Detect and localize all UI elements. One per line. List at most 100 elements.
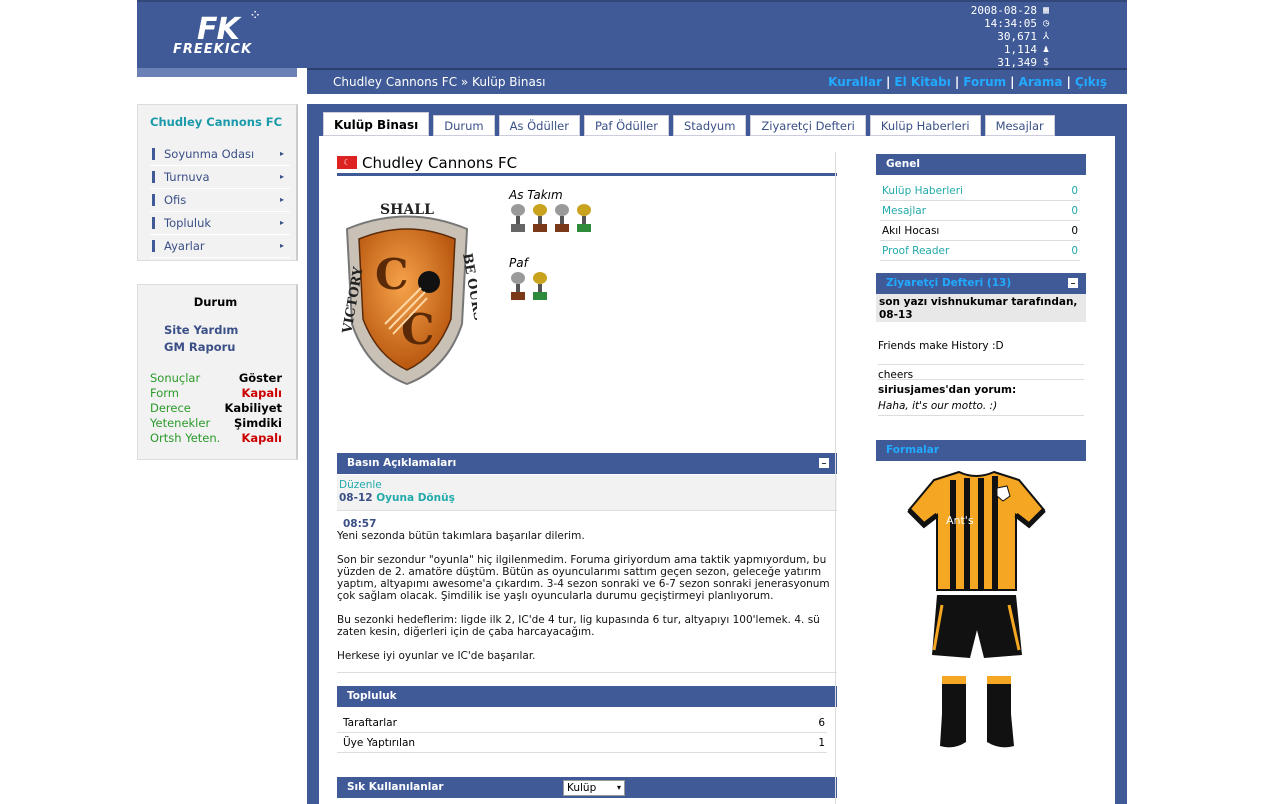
press-time: 08:57 xyxy=(343,518,377,530)
press-list: Düzenle 08-12 Oyuna Dönüş xyxy=(337,475,837,511)
turkey-flag-icon: ☾ xyxy=(337,156,357,169)
breadcrumb-bar: Chudley Cannons FC » Kulüp Binası Kurall… xyxy=(307,68,1127,94)
stat-online: 1,114 ♟ xyxy=(1003,43,1050,56)
status-row-form[interactable]: Form Kapalı xyxy=(150,386,282,400)
tab-mesajlar[interactable]: Mesajlar xyxy=(984,115,1055,136)
trophy-icon[interactable] xyxy=(531,204,549,236)
column-divider xyxy=(835,152,836,804)
trophies: As Takım Paf xyxy=(509,188,593,324)
minimize-icon[interactable] xyxy=(819,458,829,468)
tab-paf-oduller[interactable]: Paf Ödüller xyxy=(583,115,669,136)
tab-kulup-binasi[interactable]: Kulüp Binası xyxy=(323,112,430,136)
club-title: Chudley Cannons FC xyxy=(362,154,518,172)
logo-dots: ⁘ xyxy=(251,10,260,21)
link-site-help[interactable]: Site Yardım xyxy=(164,323,238,337)
trophy-icon[interactable] xyxy=(531,272,549,304)
community-row-referred: Üye Yaptırılan 1 xyxy=(337,733,827,753)
freekick-logo[interactable]: FK ⁘ FREEKICK xyxy=(167,10,287,60)
divider xyxy=(337,672,837,673)
trophies-as xyxy=(509,204,593,236)
breadcrumb: Chudley Cannons FC » Kulüp Binası xyxy=(333,75,546,89)
chevron-right-icon: ▸ xyxy=(279,172,284,181)
club-header: ☾ Chudley Cannons FC xyxy=(337,154,837,176)
status-box: Durum Site Yardım GM Raporu Sonuçlar Göst… xyxy=(137,284,298,460)
chevron-right-icon: ▸ xyxy=(279,195,284,204)
link-cikis[interactable]: Çıkış xyxy=(1075,75,1107,89)
link-forum[interactable]: Forum xyxy=(963,75,1006,89)
main-panel: Kulüp Binası Durum As Ödüller Paf Ödülle… xyxy=(307,104,1127,804)
guestbook-comment-author: siriusjames'dan yorum: xyxy=(878,379,1084,396)
trophies-paf-label: Paf xyxy=(509,256,528,270)
status-title: Durum xyxy=(193,295,238,309)
guestbook-latest: son yazı vishnukumar tarafından, 08-13 xyxy=(876,294,1086,322)
guestbook-message: Friends make History :D xyxy=(878,340,1004,352)
header-stats: 2008-08-28 ▦ 14:34:05 ◷ 30,671 ⅄ 1,114 ♟ 31,… xyxy=(901,4,1051,69)
kit-sponsor: Ant's xyxy=(946,514,974,527)
tab-content: ☾ Chudley Cannons FC SHALL VICTORY BE OU… xyxy=(319,136,1115,804)
top-links: Kurallar | El Kitabı | Forum | Arama | Çıkış xyxy=(828,75,1107,89)
link-arama[interactable]: Arama xyxy=(1019,75,1063,89)
general-row-proofreader[interactable]: Proof Reader 0 xyxy=(880,241,1080,261)
stat-date: 2008-08-28 ▦ xyxy=(970,4,1050,17)
menu-item-ayarlar[interactable]: Ayarlar ▸ xyxy=(150,235,290,258)
status-row-derece[interactable]: Derece Kabiliyet xyxy=(150,401,282,415)
left-header-strip xyxy=(137,68,297,77)
press-item[interactable]: 08-12 Oyuna Dönüş xyxy=(339,492,455,504)
club-menu: Chudley Cannons FC Soyunma Odası ▸ Turnuv… xyxy=(137,104,298,261)
menu-item-turnuva[interactable]: Turnuva ▸ xyxy=(150,166,290,189)
status-row-sonuclar[interactable]: Sonuçlar Göster xyxy=(150,371,282,385)
users-icon: ⅄ xyxy=(1042,31,1050,42)
chevron-right-icon: ▸ xyxy=(279,241,284,250)
menu-item-topluluk[interactable]: Topluluk ▸ xyxy=(150,212,290,235)
link-gm-report[interactable]: GM Raporu xyxy=(164,340,236,354)
status-row-yetenekler[interactable]: Yetenekler Şimdiki xyxy=(150,416,282,430)
trophies-as-label: As Takım xyxy=(509,188,563,202)
trophies-paf xyxy=(509,272,593,304)
chevron-right-icon: ▸ xyxy=(279,149,284,158)
general-row-mentor: Akıl Hocası 0 xyxy=(880,221,1080,241)
tab-ziyaretci-defteri[interactable]: Ziyaretçi Defteri xyxy=(750,115,866,136)
press-body: Yeni sezonda bütün takımlara başarılar d… xyxy=(337,530,830,662)
general-row-news[interactable]: Kulüp Haberleri 0 xyxy=(880,181,1080,201)
tab-durum[interactable]: Durum xyxy=(433,115,495,136)
link-el-kitabi[interactable]: El Kitabı xyxy=(894,75,950,89)
chevron-right-icon: ▸ xyxy=(279,218,284,227)
community-header: Topluluk xyxy=(337,686,837,707)
trophy-icon[interactable] xyxy=(509,204,527,236)
guestbook-header[interactable]: Ziyaretçi Defteri (13) xyxy=(876,273,1086,294)
guestbook-comment: Haha, it's our motto. :) xyxy=(878,400,1084,416)
general-row-messages[interactable]: Mesajlar 0 xyxy=(880,201,1080,221)
tab-stadyum[interactable]: Stadyum xyxy=(672,115,747,136)
minimize-icon[interactable] xyxy=(1068,278,1078,288)
tab-bar: Kulüp Binası Durum As Ödüller Paf Ödülle… xyxy=(323,112,1055,136)
kits-header[interactable]: Formalar xyxy=(876,440,1086,461)
user-icon: ♟ xyxy=(1042,44,1050,55)
crest-text-top: SHALL xyxy=(380,202,434,218)
press-edit-link[interactable]: Düzenle xyxy=(339,479,382,491)
favorites-header: Sık Kullanılanlar Kulüp ▾ xyxy=(337,777,837,798)
club-crest: SHALL VICTORY BE OURS C C xyxy=(340,202,477,386)
menu-item-ofis[interactable]: Ofis ▸ xyxy=(150,189,290,212)
site-header: FK ⁘ FREEKICK 2008-08-28 ▦ 14:34:05 ◷ 30,6… xyxy=(137,0,1127,69)
stat-users: 30,671 ⅄ xyxy=(997,30,1050,43)
menu-item-soyunma-odasi[interactable]: Soyunma Odası ▸ xyxy=(150,143,290,166)
dropdown-arrow-icon: ▾ xyxy=(616,783,621,792)
calendar-icon: ▦ xyxy=(1042,5,1050,16)
trophy-icon[interactable] xyxy=(575,204,593,236)
trophy-icon[interactable] xyxy=(509,272,527,304)
favorites-select[interactable]: Kulüp ▾ xyxy=(563,780,625,796)
trophy-icon[interactable] xyxy=(553,204,571,236)
tab-kulup-haberleri[interactable]: Kulüp Haberleri xyxy=(869,115,981,136)
link-kurallar[interactable]: Kurallar xyxy=(828,75,882,89)
team-kit[interactable]: Ant's xyxy=(904,470,1049,760)
press-header: Basın Açıklamaları xyxy=(337,453,837,474)
clock-icon: ◷ xyxy=(1042,18,1050,29)
status-row-ortsh[interactable]: Ortsh Yeten. Kapalı xyxy=(150,431,282,445)
general-header: Genel xyxy=(876,154,1086,175)
stat-time: 14:34:05 ◷ xyxy=(984,17,1050,30)
menu-club-name[interactable]: Chudley Cannons FC xyxy=(150,115,282,129)
tab-as-oduller[interactable]: As Ödüller xyxy=(498,115,580,136)
logo-name: FREEKICK xyxy=(173,42,253,57)
community-row-fans: Taraftarlar 6 xyxy=(337,713,827,733)
svg-text:C: C xyxy=(375,250,408,299)
